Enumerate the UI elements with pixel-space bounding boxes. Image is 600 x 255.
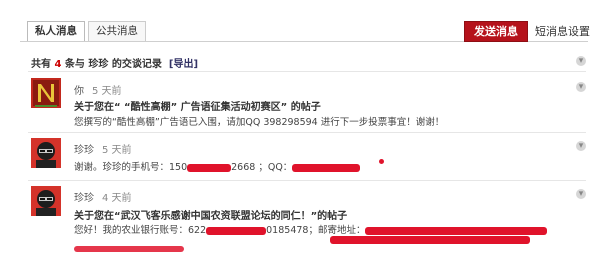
conversation-summary: 共有 4 条与 珍珍 的交谈记录 [导出]	[31, 59, 199, 70]
redaction-mark	[187, 163, 232, 172]
message-body: 您撰写的“酷性高棚”广告语已入围，请加QQ 398298594 进行下一步投票事…	[74, 117, 445, 128]
message-tabs: 私人消息 公共消息	[27, 21, 149, 42]
message-meta: 珍珍 4 天前	[74, 189, 132, 204]
message-body: 谢谢。珍珍的手机号：150 2668 ；QQ：	[74, 159, 361, 173]
avatar	[31, 138, 61, 168]
tab-public-messages[interactable]: 公共消息	[88, 21, 146, 41]
redaction-dot	[379, 159, 384, 164]
redaction-mark	[330, 236, 530, 244]
message-meta: 你 5 天前	[74, 82, 122, 97]
redaction-mark	[292, 163, 361, 172]
send-message-button[interactable]: 发送消息	[464, 21, 528, 42]
timestamp: 5 天前	[92, 86, 122, 97]
sender-name: 你	[74, 86, 84, 97]
sender-name: 珍珍	[74, 193, 94, 204]
row-divider	[28, 71, 586, 72]
message-meta: 珍珍 5 天前	[74, 141, 132, 156]
sender-name: 珍珍	[74, 145, 94, 156]
message-title: 关于您在“ “酷性高棚” 广告语征集活动初赛区” 的帖子	[74, 102, 321, 113]
redaction-mark	[74, 246, 184, 252]
avatar	[31, 186, 61, 216]
message-title: 关于您在“武汉飞客乐感谢中国农资联盟论坛的同仁！”的帖子	[74, 211, 348, 222]
collapse-icon[interactable]: ▾	[576, 189, 586, 199]
collapse-icon[interactable]: ▾	[576, 141, 586, 151]
conversation-user: 珍珍	[88, 59, 109, 70]
timestamp: 4 天前	[102, 193, 132, 204]
timestamp: 5 天前	[102, 145, 132, 156]
redaction-mark	[206, 226, 267, 235]
message-body: 您好！我的农业银行账号：622 0185478；邮寄地址：	[74, 222, 548, 236]
collapse-icon[interactable]: ▾	[576, 82, 586, 92]
export-link[interactable]: [导出]	[169, 59, 198, 70]
message-settings-link[interactable]: 短消息设置	[535, 23, 590, 39]
avatar	[31, 78, 61, 108]
row-divider	[28, 180, 586, 181]
collapse-all-icon[interactable]: ▾	[576, 56, 586, 66]
tab-private-messages[interactable]: 私人消息	[27, 21, 85, 42]
row-divider	[28, 132, 586, 133]
redaction-mark	[365, 226, 548, 235]
